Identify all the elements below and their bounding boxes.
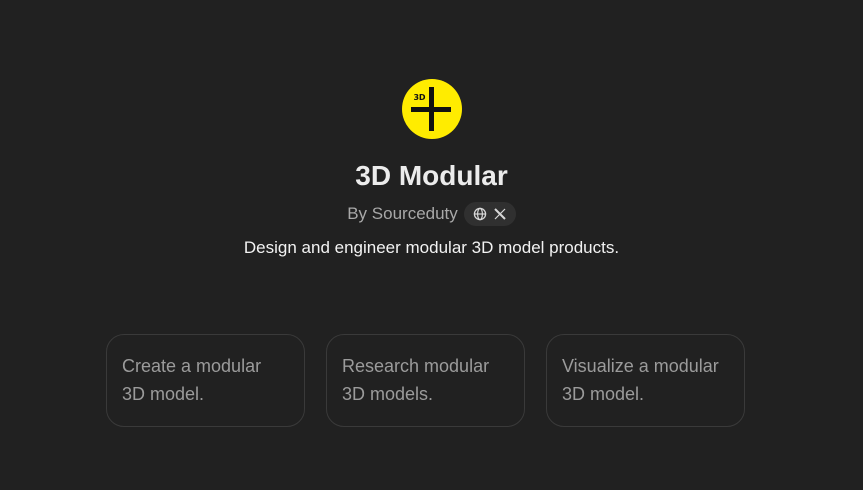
- gpt-logo: 3D: [401, 79, 462, 139]
- gpt-title: 3D Modular: [355, 160, 508, 191]
- starter-card[interactable]: Visualize a modular 3D model.: [546, 334, 745, 427]
- byline: By Sourceduty: [347, 201, 516, 227]
- x-logo-icon[interactable]: [493, 207, 507, 221]
- logo-badge-text: 3D: [413, 93, 426, 102]
- author-name: By Sourceduty: [347, 204, 458, 223]
- starter-card[interactable]: Research modular 3D models.: [326, 334, 525, 427]
- starter-card[interactable]: Create a modular 3D model.: [106, 334, 305, 427]
- logo-plus-horizontal: [410, 107, 451, 112]
- social-links: [463, 202, 516, 226]
- globe-icon[interactable]: [473, 207, 487, 221]
- gpt-header: 3D 3D Modular By Sourceduty Design and e…: [0, 0, 863, 259]
- conversation-starters: Create a modular 3D model. Research modu…: [106, 334, 745, 427]
- gpt-description: Design and engineer modular 3D model pro…: [243, 238, 620, 257]
